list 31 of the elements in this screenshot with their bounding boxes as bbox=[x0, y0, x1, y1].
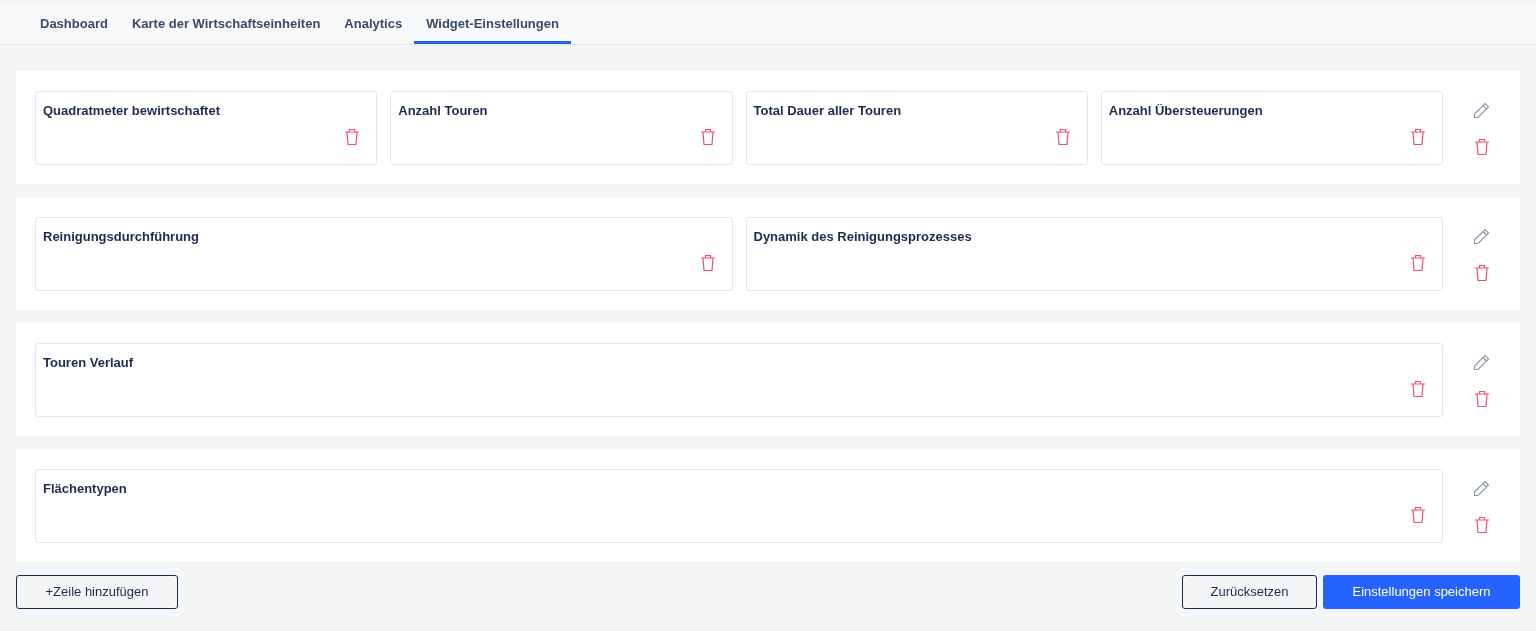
trash-icon[interactable] bbox=[1473, 389, 1490, 408]
pencil-icon[interactable] bbox=[1473, 101, 1490, 119]
reset-button[interactable]: Zurücksetzen bbox=[1182, 575, 1317, 609]
trash-icon[interactable] bbox=[1473, 137, 1490, 156]
widget-title: Anzahl Touren bbox=[398, 101, 489, 120]
nav-tab[interactable]: Analytics bbox=[332, 6, 415, 44]
pencil-icon[interactable] bbox=[1473, 353, 1490, 371]
trash-icon[interactable] bbox=[1473, 263, 1490, 282]
nav-tab[interactable]: Dashboard bbox=[28, 6, 120, 44]
nav-tab[interactable]: Karte der Wirtschaftseinheiten bbox=[119, 6, 333, 44]
nav-tab[interactable]: Widget-Einstellungen bbox=[414, 6, 571, 44]
widget-title: Reinigungsdurchführung bbox=[43, 227, 200, 246]
pencil-icon[interactable] bbox=[1473, 227, 1490, 245]
trash-icon[interactable] bbox=[1054, 128, 1071, 146]
widget-title: Quadratmeter bewirtschaftet bbox=[43, 101, 221, 120]
trash-icon[interactable] bbox=[1410, 128, 1426, 146]
widget-title: Flächentypen bbox=[43, 479, 128, 498]
trash-icon[interactable] bbox=[1410, 254, 1426, 272]
trash-icon[interactable] bbox=[1473, 515, 1490, 534]
trash-icon[interactable] bbox=[699, 128, 716, 146]
save-button[interactable]: Einstellungen speichern bbox=[1323, 575, 1520, 609]
trash-icon[interactable] bbox=[699, 254, 716, 272]
pencil-icon[interactable] bbox=[1473, 479, 1490, 497]
widget-title: Dynamik des Reinigungsprozesses bbox=[753, 227, 973, 246]
add-row-button[interactable]: +Zeile hinzufügen bbox=[16, 575, 178, 609]
trash-icon[interactable] bbox=[1410, 506, 1426, 524]
widget-title: Touren Verlauf bbox=[43, 353, 135, 372]
widget-title: Anzahl Übersteuerungen bbox=[1108, 101, 1264, 120]
trash-icon[interactable] bbox=[1410, 380, 1426, 398]
widget-title: Total Dauer aller Touren bbox=[753, 101, 903, 120]
trash-icon[interactable] bbox=[344, 128, 361, 146]
